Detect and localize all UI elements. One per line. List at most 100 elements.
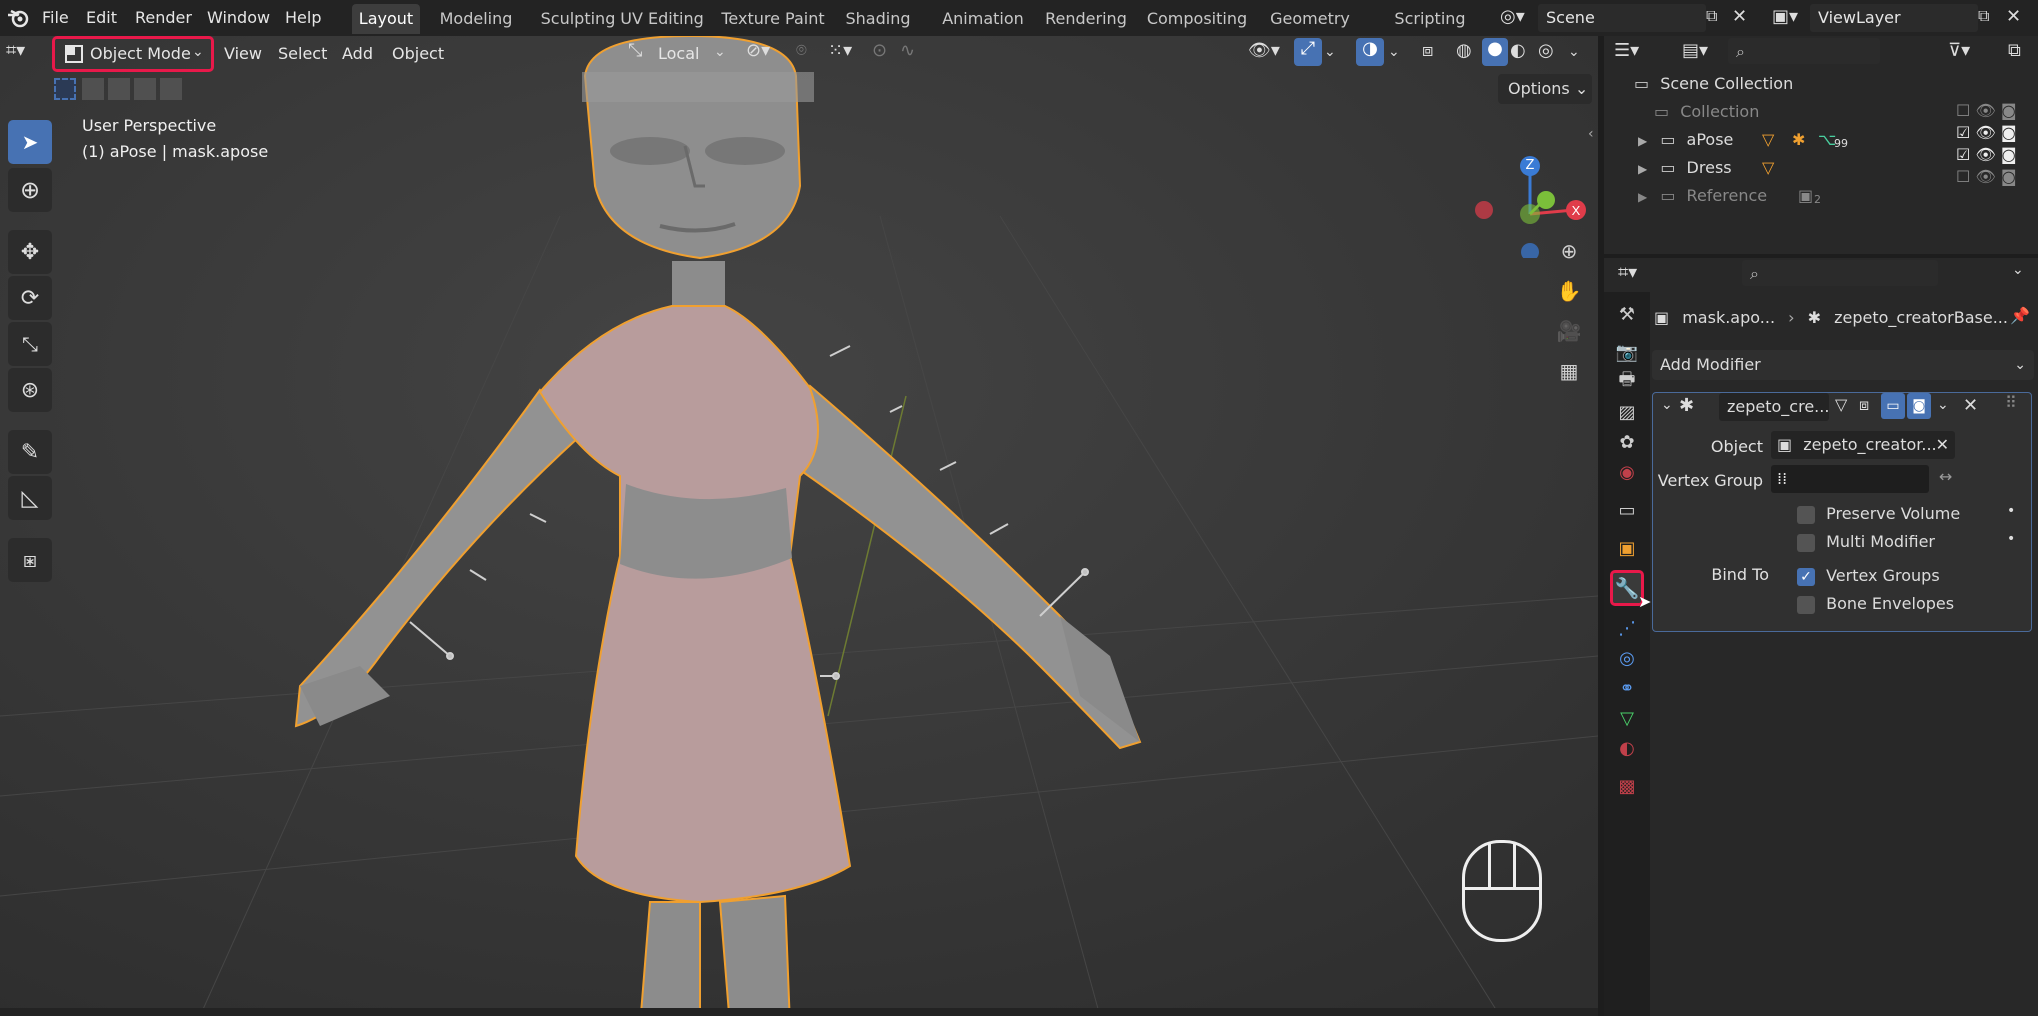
wireframe-shading-icon[interactable]: ◍ bbox=[1456, 40, 1472, 61]
select-mode-new-icon[interactable] bbox=[54, 78, 76, 100]
tool-tab-icon[interactable]: ⚒ bbox=[1608, 296, 1646, 332]
object-field[interactable]: ▣ zepeto_creator... ✕ bbox=[1771, 431, 1955, 459]
menu-view[interactable]: View bbox=[224, 39, 262, 69]
add-modifier-dropdown[interactable]: Add Modifier ⌄ bbox=[1652, 350, 2034, 380]
snap-target-icon[interactable]: ⁙▾ bbox=[828, 40, 852, 61]
solid-shading-icon[interactable]: ● bbox=[1482, 38, 1508, 66]
display-mode-icon[interactable]: ▤▾ bbox=[1682, 40, 1708, 61]
tab-modeling[interactable]: Modeling bbox=[428, 4, 524, 34]
new-scene-icon[interactable]: ⧉ bbox=[1706, 6, 1730, 30]
exclude-checkbox[interactable]: ☐ 👁 ◙ bbox=[1956, 166, 2036, 188]
texture-tab-icon[interactable]: ▩ bbox=[1608, 768, 1646, 804]
mode-dropdown[interactable]: Object Mode bbox=[90, 39, 200, 69]
eye-icon[interactable]: 👁 bbox=[1975, 145, 1995, 164]
scale-tool[interactable]: ⤡ bbox=[8, 322, 52, 366]
camera-render-icon[interactable]: ◙ bbox=[2001, 101, 2017, 120]
eye-icon[interactable]: 👁 bbox=[1975, 101, 1995, 120]
tab-compositing[interactable]: Compositing bbox=[1132, 4, 1262, 34]
realtime-toggle-icon[interactable]: ▭ bbox=[1881, 393, 1905, 419]
world-tab-icon[interactable]: ◉ bbox=[1608, 454, 1646, 490]
properties-editor-icon[interactable]: ⌗▾ bbox=[1618, 262, 1637, 283]
menu-add[interactable]: Add bbox=[342, 39, 373, 69]
annotate-tool[interactable]: ✎ bbox=[8, 430, 52, 474]
rotate-tool[interactable]: ⟳ bbox=[8, 276, 52, 320]
menu-file[interactable]: File bbox=[42, 4, 69, 32]
cage-toggle-icon[interactable]: ⧈ bbox=[1859, 395, 1869, 415]
gizmo-toggle-icon[interactable]: ⤢ bbox=[1294, 38, 1322, 66]
modifier-name-field[interactable]: zepeto_cre... bbox=[1719, 393, 1829, 421]
camera-render-icon[interactable]: ◙ bbox=[2001, 145, 2017, 164]
vertex-groups-row[interactable]: ✓ Vertex Groups bbox=[1797, 565, 1940, 587]
zoom-icon[interactable]: ⊕ bbox=[1550, 232, 1588, 270]
preserve-volume-checkbox[interactable] bbox=[1797, 505, 1815, 524]
options-dropdown[interactable]: Options ⌄ bbox=[1498, 74, 1592, 104]
eye-icon[interactable]: 👁 bbox=[1975, 167, 1995, 186]
menu-render[interactable]: Render bbox=[135, 4, 192, 32]
outliner-search-input[interactable]: ⌕ bbox=[1728, 38, 1880, 64]
clear-icon[interactable]: ✕ bbox=[1936, 431, 1949, 459]
new-collection-icon[interactable]: ⧉ bbox=[2008, 40, 2021, 61]
menu-object[interactable]: Object bbox=[392, 39, 444, 69]
multi-modifier-row[interactable]: Multi Modifier bbox=[1797, 531, 1935, 553]
menu-help[interactable]: Help bbox=[285, 4, 321, 32]
close-icon[interactable]: ✕ bbox=[1963, 395, 1978, 416]
tab-animation[interactable]: Animation bbox=[928, 4, 1038, 34]
vertex-groups-checkbox[interactable]: ✓ bbox=[1797, 567, 1815, 586]
render-toggle-icon[interactable]: ◙ bbox=[1907, 393, 1931, 419]
material-shading-icon[interactable]: ◐ bbox=[1510, 40, 1526, 61]
edit-mode-toggle-icon[interactable]: ▽ bbox=[1835, 395, 1847, 414]
close-view-layer-icon[interactable]: ✕ bbox=[2006, 6, 2028, 30]
xray-icon[interactable]: ⧈ bbox=[1422, 40, 1433, 61]
pivot-icon[interactable]: ⊘▾ bbox=[746, 40, 770, 61]
move-tool[interactable]: ✥ bbox=[8, 230, 52, 274]
add-cube-tool[interactable]: ⧆ bbox=[8, 538, 52, 582]
tab-geometry-nodes[interactable]: Geometry Nodes bbox=[1248, 4, 1372, 58]
tab-scripting[interactable]: Scripting bbox=[1394, 4, 1466, 34]
editor-type-icon[interactable]: ⌗▾ bbox=[6, 40, 46, 68]
exclude-checkbox[interactable]: ☑ 👁 ◙ bbox=[1956, 144, 2036, 166]
overlay-toggle-icon[interactable]: ◑ bbox=[1356, 38, 1384, 66]
scene-selector[interactable]: Scene bbox=[1538, 4, 1706, 32]
outliner-row-scene-collection[interactable]: ▭ Scene Collection bbox=[1634, 70, 2034, 98]
view-layer-selector[interactable]: ViewLayer bbox=[1810, 4, 1978, 32]
vertex-group-field[interactable]: ⁞⁞ bbox=[1771, 465, 1929, 493]
rendered-shading-icon[interactable]: ◎ bbox=[1538, 40, 1554, 61]
new-view-layer-icon[interactable]: ⧉ bbox=[1978, 6, 2002, 30]
ortho-grid-icon[interactable]: ▦ bbox=[1550, 352, 1588, 390]
camera-view-icon[interactable]: 🎥 bbox=[1550, 312, 1588, 350]
menu-edit[interactable]: Edit bbox=[86, 4, 117, 32]
proportional-edit-icon[interactable]: ⊙ bbox=[872, 40, 887, 61]
menu-window[interactable]: Window bbox=[207, 4, 270, 32]
camera-render-icon[interactable]: ◙ bbox=[2001, 123, 2017, 142]
close-scene-icon[interactable]: ✕ bbox=[1732, 6, 1754, 30]
properties-search-input[interactable]: ⌕ bbox=[1742, 260, 1938, 286]
select-box-tool[interactable]: ➤ bbox=[8, 120, 52, 164]
preserve-volume-row[interactable]: Preserve Volume bbox=[1797, 503, 1960, 525]
select-mode-intersect-icon[interactable] bbox=[160, 78, 182, 100]
tab-uv-editing[interactable]: UV Editing bbox=[618, 4, 706, 34]
chevron-down-icon[interactable]: ⌄ bbox=[1568, 44, 1580, 60]
outliner-editor-icon[interactable]: ☰▾ bbox=[1614, 40, 1639, 61]
pin-icon[interactable]: 📌 bbox=[2010, 306, 2030, 325]
transform-tool[interactable]: ⊛ bbox=[8, 368, 52, 412]
chevron-down-icon[interactable]: ⌄ bbox=[1937, 397, 1949, 413]
chevron-down-icon[interactable]: ⌄ bbox=[2012, 262, 2024, 278]
chevron-down-icon[interactable]: ⌄ bbox=[1324, 44, 1336, 60]
tab-sculpting[interactable]: Sculpting bbox=[526, 4, 630, 34]
snap-icon[interactable]: ⌾ bbox=[796, 40, 807, 61]
select-mode-extend-icon[interactable] bbox=[82, 78, 104, 100]
exclude-checkbox[interactable]: ☑ 👁 ◙ bbox=[1956, 122, 2036, 144]
tab-rendering[interactable]: Rendering bbox=[1030, 4, 1142, 34]
bone-envelopes-checkbox[interactable] bbox=[1797, 595, 1815, 614]
blender-logo-icon[interactable] bbox=[6, 6, 30, 30]
collapse-arrow-icon[interactable]: ⌄ bbox=[1661, 397, 1673, 413]
cursor-tool[interactable]: ⊕ bbox=[8, 168, 52, 212]
menu-select[interactable]: Select bbox=[278, 39, 327, 69]
invert-arrows-icon[interactable]: ↔ bbox=[1939, 467, 1952, 486]
animate-dot-icon[interactable]: • bbox=[2007, 531, 2015, 547]
drag-handle-icon[interactable]: ⠿ bbox=[2005, 393, 2017, 412]
bone-envelopes-row[interactable]: Bone Envelopes bbox=[1797, 593, 1954, 615]
view-layer-icon[interactable]: ▣▾ bbox=[1772, 6, 1812, 30]
camera-render-icon[interactable]: ◙ bbox=[2001, 167, 2017, 186]
sidebar-toggle-icon[interactable]: ‹ bbox=[1588, 126, 1594, 142]
